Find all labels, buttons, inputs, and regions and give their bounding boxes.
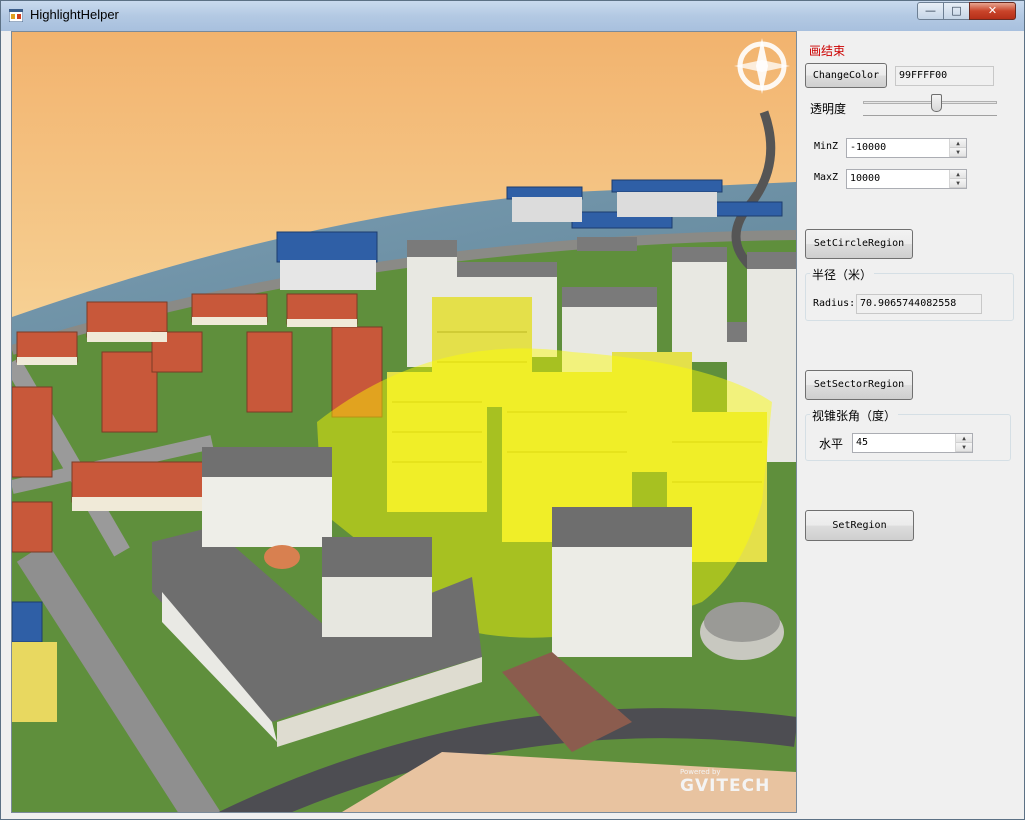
angle-group-title: 视锥张角（度） (810, 407, 899, 424)
slider-ticks (863, 115, 997, 118)
set-sector-region-button[interactable]: SetSectorRegion (805, 370, 913, 400)
slider-thumb[interactable] (931, 94, 942, 112)
maxz-label: MaxZ (814, 172, 839, 183)
spin-up-icon[interactable]: ▲ (950, 139, 966, 148)
minz-input[interactable]: -10000 ▲ ▼ (846, 138, 967, 158)
spin-up-icon[interactable]: ▲ (956, 434, 972, 443)
opacity-slider[interactable] (863, 93, 997, 119)
minimize-button[interactable]: — (917, 2, 944, 20)
brand-small-text: Powered by (680, 768, 721, 776)
horizontal-label: 水平 (819, 437, 844, 451)
window-title: HighlightHelper (30, 7, 119, 22)
maximize-icon: □ (951, 4, 962, 17)
horizontal-input[interactable]: 45 ▲ ▼ (852, 433, 973, 453)
maxz-value: 10000 (850, 173, 881, 184)
brand-logo: Powered by GVITECH (680, 768, 770, 796)
close-icon: ✕ (987, 4, 998, 17)
close-button[interactable]: ✕ (969, 2, 1016, 20)
radius-label: Radius: (813, 298, 856, 309)
3d-map-viewport[interactable]: Powered by GVITECH (11, 31, 797, 813)
title-bar[interactable]: HighlightHelper — □ ✕ (1, 1, 1024, 31)
change-color-button[interactable]: ChangeColor (805, 63, 887, 88)
spin-down-icon[interactable]: ▼ (950, 179, 966, 188)
status-label: 画结束 (809, 44, 846, 58)
maxz-spinner[interactable]: ▲ ▼ (949, 170, 966, 188)
spin-down-icon[interactable]: ▼ (950, 148, 966, 157)
spin-up-icon[interactable]: ▲ (950, 170, 966, 179)
minimize-icon: — (925, 4, 936, 17)
minz-label: MinZ (814, 141, 839, 152)
control-panel: 画结束 ChangeColor 99FFFF00 透明度 MinZ -10000… (797, 31, 1018, 813)
set-region-button[interactable]: SetRegion (805, 510, 914, 541)
app-window: HighlightHelper — □ ✕ Powered by GVITECH… (0, 0, 1025, 820)
horizontal-spinner[interactable]: ▲ ▼ (955, 434, 972, 452)
minz-spinner[interactable]: ▲ ▼ (949, 139, 966, 157)
maxz-input[interactable]: 10000 ▲ ▼ (846, 169, 967, 189)
set-circle-region-button[interactable]: SetCircleRegion (805, 229, 913, 259)
angle-group: 视锥张角（度） 水平 45 ▲ ▼ (805, 407, 1011, 461)
color-value-field[interactable]: 99FFFF00 (895, 66, 994, 86)
3d-city-scene (12, 32, 796, 812)
app-icon (9, 9, 23, 22)
radius-value-field[interactable]: 70.9065744082558 (856, 294, 982, 314)
brand-text: GVITECH (680, 776, 771, 796)
opacity-label: 透明度 (810, 102, 847, 116)
radius-group: 半径（米） Radius: 70.9065744082558 (805, 266, 1014, 321)
slider-track (863, 101, 997, 104)
minz-value: -10000 (850, 142, 887, 153)
spin-down-icon[interactable]: ▼ (956, 443, 972, 452)
maximize-button[interactable]: □ (943, 2, 970, 20)
radius-group-title: 半径（米） (810, 266, 875, 283)
horizontal-value: 45 (856, 437, 869, 448)
